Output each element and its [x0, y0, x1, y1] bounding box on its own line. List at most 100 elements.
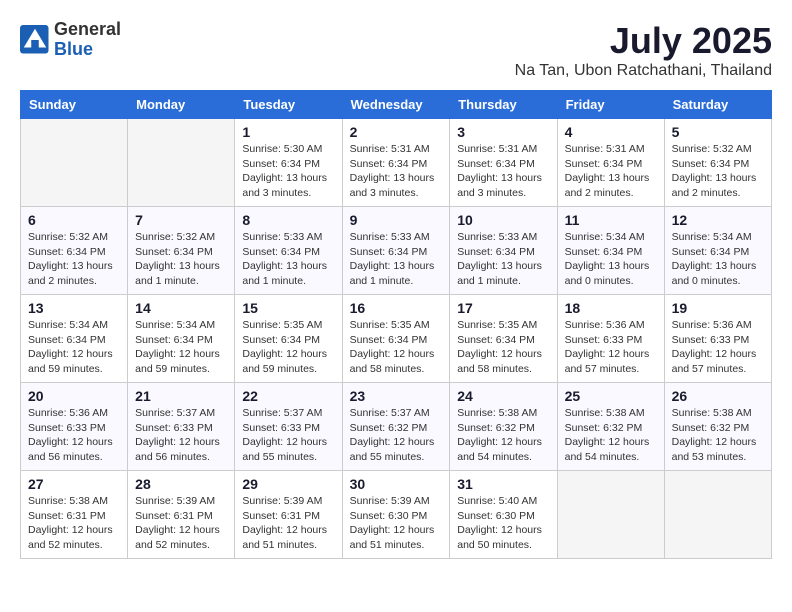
logo-blue-text: Blue: [54, 40, 121, 60]
day-info: Sunrise: 5:38 AMSunset: 6:32 PMDaylight:…: [672, 406, 764, 465]
page-header: General Blue July 2025 Na Tan, Ubon Ratc…: [20, 20, 772, 80]
calendar-cell: 27 Sunrise: 5:38 AMSunset: 6:31 PMDayligh…: [21, 471, 128, 559]
calendar-cell: 3 Sunrise: 5:31 AMSunset: 6:34 PMDaylight…: [450, 119, 557, 207]
day-info: Sunrise: 5:34 AMSunset: 6:34 PMDaylight:…: [28, 318, 120, 377]
weekday-header-thursday: Thursday: [450, 91, 557, 119]
weekday-header-row: SundayMondayTuesdayWednesdayThursdayFrid…: [21, 91, 772, 119]
day-info: Sunrise: 5:33 AMSunset: 6:34 PMDaylight:…: [350, 230, 443, 289]
calendar-cell: 31 Sunrise: 5:40 AMSunset: 6:30 PMDayligh…: [450, 471, 557, 559]
day-number: 5: [672, 124, 764, 140]
calendar-cell: [21, 119, 128, 207]
calendar-cell: 11Sunrise: 5:34 AMSunset: 6:34 PMDayligh…: [557, 207, 664, 295]
day-number: 19: [672, 300, 764, 316]
calendar-table: SundayMondayTuesdayWednesdayThursdayFrid…: [20, 90, 772, 559]
day-number: 12: [672, 212, 764, 228]
day-number: 31: [457, 476, 549, 492]
day-info: Sunrise: 5:33 AMSunset: 6:34 PMDaylight:…: [242, 230, 334, 289]
calendar-cell: 5Sunrise: 5:32 AMSunset: 6:34 PMDaylight…: [664, 119, 771, 207]
location: Na Tan, Ubon Ratchathani, Thailand: [515, 62, 772, 80]
week-row-4: 20 Sunrise: 5:36 AMSunset: 6:33 PMDayligh…: [21, 383, 772, 471]
day-number: 20: [28, 388, 120, 404]
day-info: Sunrise: 5:35 AMSunset: 6:34 PMDaylight:…: [350, 318, 443, 377]
calendar-cell: 12 Sunrise: 5:34 AMSunset: 6:34 PMDayligh…: [664, 207, 771, 295]
week-row-5: 27 Sunrise: 5:38 AMSunset: 6:31 PMDayligh…: [21, 471, 772, 559]
day-info: Sunrise: 5:38 AMSunset: 6:32 PMDaylight:…: [565, 406, 657, 465]
day-number: 29: [242, 476, 334, 492]
logo-general-text: General: [54, 20, 121, 40]
day-number: 26: [672, 388, 764, 404]
day-info: Sunrise: 5:36 AMSunset: 6:33 PMDaylight:…: [565, 318, 657, 377]
day-number: 16: [350, 300, 443, 316]
day-info: Sunrise: 5:38 AMSunset: 6:31 PMDaylight:…: [28, 494, 120, 553]
day-number: 25: [565, 388, 657, 404]
logo-icon: [20, 25, 50, 55]
day-info: Sunrise: 5:35 AMSunset: 6:34 PMDaylight:…: [242, 318, 334, 377]
calendar-cell: [557, 471, 664, 559]
calendar-cell: 2Sunrise: 5:31 AMSunset: 6:34 PMDaylight…: [342, 119, 450, 207]
calendar-cell: [128, 119, 235, 207]
calendar-cell: 15 Sunrise: 5:35 AMSunset: 6:34 PMDayligh…: [235, 295, 342, 383]
day-number: 14: [135, 300, 227, 316]
day-info: Sunrise: 5:32 AMSunset: 6:34 PMDaylight:…: [28, 230, 120, 289]
calendar-cell: 8 Sunrise: 5:33 AMSunset: 6:34 PMDaylight…: [235, 207, 342, 295]
day-info: Sunrise: 5:37 AMSunset: 6:33 PMDaylight:…: [135, 406, 227, 465]
weekday-header-saturday: Saturday: [664, 91, 771, 119]
day-number: 28: [135, 476, 227, 492]
day-info: Sunrise: 5:36 AMSunset: 6:33 PMDaylight:…: [672, 318, 764, 377]
calendar-cell: 6 Sunrise: 5:32 AMSunset: 6:34 PMDaylight…: [21, 207, 128, 295]
day-number: 6: [28, 212, 120, 228]
day-info: Sunrise: 5:32 AMSunset: 6:34 PMDaylight:…: [135, 230, 227, 289]
calendar-cell: 18 Sunrise: 5:36 AMSunset: 6:33 PMDayligh…: [557, 295, 664, 383]
day-number: 27: [28, 476, 120, 492]
calendar-cell: 14 Sunrise: 5:34 AMSunset: 6:34 PMDayligh…: [128, 295, 235, 383]
day-number: 15: [242, 300, 334, 316]
day-info: Sunrise: 5:31 AMSunset: 6:34 PMDaylight:…: [565, 142, 657, 201]
weekday-header-monday: Monday: [128, 91, 235, 119]
calendar-cell: 29 Sunrise: 5:39 AMSunset: 6:31 PMDayligh…: [235, 471, 342, 559]
weekday-header-friday: Friday: [557, 91, 664, 119]
day-number: 8: [242, 212, 334, 228]
day-number: 4: [565, 124, 657, 140]
weekday-header-tuesday: Tuesday: [235, 91, 342, 119]
day-info: Sunrise: 5:34 AMSunset: 6:34 PMDaylight:…: [135, 318, 227, 377]
day-number: 10: [457, 212, 549, 228]
day-info: Sunrise: 5:34 AMSunset: 6:34 PMDaylight:…: [672, 230, 764, 289]
day-info: Sunrise: 5:37 AMSunset: 6:32 PMDaylight:…: [350, 406, 443, 465]
day-info: Sunrise: 5:35 AMSunset: 6:34 PMDaylight:…: [457, 318, 549, 377]
calendar-cell: 26 Sunrise: 5:38 AMSunset: 6:32 PMDayligh…: [664, 383, 771, 471]
day-number: 24: [457, 388, 549, 404]
day-info: Sunrise: 5:31 AMSunset: 6:34 PMDaylight:…: [457, 142, 549, 201]
day-info: Sunrise: 5:40 AMSunset: 6:30 PMDaylight:…: [457, 494, 549, 553]
calendar-cell: 4 Sunrise: 5:31 AMSunset: 6:34 PMDaylight…: [557, 119, 664, 207]
calendar-cell: 9 Sunrise: 5:33 AMSunset: 6:34 PMDaylight…: [342, 207, 450, 295]
week-row-3: 13Sunrise: 5:34 AMSunset: 6:34 PMDayligh…: [21, 295, 772, 383]
calendar-cell: 16 Sunrise: 5:35 AMSunset: 6:34 PMDayligh…: [342, 295, 450, 383]
day-number: 22: [242, 388, 334, 404]
day-number: 2: [350, 124, 443, 140]
calendar-cell: 13Sunrise: 5:34 AMSunset: 6:34 PMDayligh…: [21, 295, 128, 383]
month-title: July 2025: [515, 20, 772, 62]
calendar-cell: 19 Sunrise: 5:36 AMSunset: 6:33 PMDayligh…: [664, 295, 771, 383]
day-info: Sunrise: 5:38 AMSunset: 6:32 PMDaylight:…: [457, 406, 549, 465]
calendar-cell: 17Sunrise: 5:35 AMSunset: 6:34 PMDayligh…: [450, 295, 557, 383]
calendar-cell: 24 Sunrise: 5:38 AMSunset: 6:32 PMDayligh…: [450, 383, 557, 471]
day-info: Sunrise: 5:39 AMSunset: 6:31 PMDaylight:…: [242, 494, 334, 553]
day-number: 18: [565, 300, 657, 316]
day-number: 11: [565, 212, 657, 228]
calendar-cell: 22Sunrise: 5:37 AMSunset: 6:33 PMDayligh…: [235, 383, 342, 471]
calendar-cell: 10Sunrise: 5:33 AMSunset: 6:34 PMDayligh…: [450, 207, 557, 295]
week-row-2: 6 Sunrise: 5:32 AMSunset: 6:34 PMDaylight…: [21, 207, 772, 295]
day-number: 7: [135, 212, 227, 228]
day-info: Sunrise: 5:30 AMSunset: 6:34 PMDaylight:…: [242, 142, 334, 201]
calendar-cell: 1 Sunrise: 5:30 AMSunset: 6:34 PMDaylight…: [235, 119, 342, 207]
weekday-header-sunday: Sunday: [21, 91, 128, 119]
day-number: 23: [350, 388, 443, 404]
day-number: 3: [457, 124, 549, 140]
title-block: July 2025 Na Tan, Ubon Ratchathani, Thai…: [515, 20, 772, 80]
day-number: 30: [350, 476, 443, 492]
day-number: 9: [350, 212, 443, 228]
day-info: Sunrise: 5:36 AMSunset: 6:33 PMDaylight:…: [28, 406, 120, 465]
calendar-cell: 30Sunrise: 5:39 AMSunset: 6:30 PMDayligh…: [342, 471, 450, 559]
day-number: 1: [242, 124, 334, 140]
week-row-1: 1 Sunrise: 5:30 AMSunset: 6:34 PMDaylight…: [21, 119, 772, 207]
